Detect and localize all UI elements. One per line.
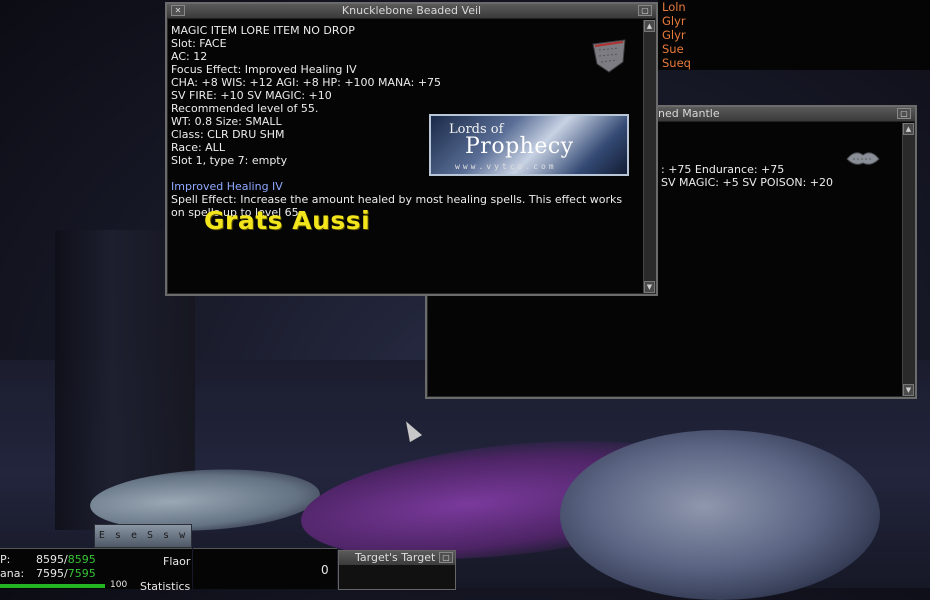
mana-current: 7595 bbox=[36, 567, 64, 580]
hp-current: 8595 bbox=[36, 553, 64, 566]
mantle-stats: : +75 Endurance: +75 SV MAGIC: +5 SV POI… bbox=[661, 163, 833, 189]
mana-max: 7595 bbox=[67, 567, 96, 580]
hp-label: P: bbox=[0, 553, 11, 566]
item-window[interactable]: ✕ Knucklebone Beaded Veil ▢ MAGIC ITEM L… bbox=[165, 2, 658, 296]
item-line: MAGIC ITEM LORE ITEM NO DROP bbox=[171, 24, 355, 37]
item-line: CHA: +8 WIS: +12 AGI: +8 HP: +100 MANA: … bbox=[171, 76, 442, 89]
veil-icon bbox=[589, 38, 629, 74]
close-button[interactable]: ✕ bbox=[171, 5, 185, 16]
floor-label: Flaor bbox=[163, 555, 191, 568]
minimize-button[interactable]: ▢ bbox=[897, 108, 911, 119]
chat-window[interactable]: Loln Glyr Glyr Sue Sueq bbox=[658, 0, 930, 70]
mantle-window-title: ined Mantle bbox=[655, 107, 720, 120]
chat-line: Glyr bbox=[662, 14, 686, 28]
hp-max: 8595 bbox=[67, 553, 96, 566]
target-window[interactable]: 0 bbox=[193, 548, 337, 589]
minimize-button[interactable]: ▢ bbox=[638, 5, 652, 16]
lords-of-prophecy-logo: Lords of Prophecy www.vytco.com bbox=[429, 114, 629, 176]
item-line: SV FIRE: +10 SV MAGIC: +10 bbox=[171, 89, 332, 102]
mantle-icon bbox=[845, 145, 881, 173]
mantle-stat-line: : +75 Endurance: +75 bbox=[661, 163, 785, 176]
chat-line: Sueq bbox=[662, 56, 691, 70]
item-window-titlebar[interactable]: ✕ Knucklebone Beaded Veil ▢ bbox=[167, 4, 656, 19]
targets-target-window[interactable]: Target's Target ▢ bbox=[338, 550, 456, 590]
item-line: Slot: FACE bbox=[171, 37, 227, 50]
mana-row: ana: 7595/7595 bbox=[0, 567, 96, 580]
item-scrollbar[interactable]: ▲ ▼ bbox=[643, 20, 655, 293]
targets-target-titlebar[interactable]: Target's Target ▢ bbox=[339, 551, 455, 565]
bar-value: 100 bbox=[110, 580, 128, 590]
mana-label: ana: bbox=[0, 567, 25, 580]
chat-line: Glyr bbox=[662, 28, 686, 42]
logo-url: www.vytco.com bbox=[455, 162, 557, 171]
chat-line: Sue bbox=[662, 42, 684, 56]
targets-target-title: Target's Target bbox=[355, 551, 436, 564]
effect-name[interactable]: Improved Healing IV bbox=[171, 180, 641, 193]
statistics-button[interactable]: Statistics bbox=[140, 580, 190, 593]
item-window-title: Knucklebone Beaded Veil bbox=[341, 4, 482, 17]
mantle-stat-line: SV MAGIC: +5 SV POISON: +20 bbox=[661, 176, 834, 189]
scroll-up-arrow[interactable]: ▲ bbox=[903, 123, 914, 135]
chat-line: Loln bbox=[662, 0, 686, 14]
item-line: AC: 12 bbox=[171, 50, 208, 63]
minimize-button[interactable]: ▢ bbox=[439, 552, 453, 563]
player-stats-window[interactable]: P: 8595/8595 ana: 7595/7595 Flaor 100 St… bbox=[0, 548, 192, 593]
scroll-down-arrow[interactable]: ▼ bbox=[644, 281, 655, 293]
creature-head bbox=[560, 430, 880, 600]
grats-overlay-text: Grats Aussi bbox=[204, 206, 371, 235]
hp-bar bbox=[0, 584, 105, 588]
scroll-up-arrow[interactable]: ▲ bbox=[644, 20, 655, 32]
logo-line2: Prophecy bbox=[465, 134, 574, 159]
target-count: 0 bbox=[321, 563, 329, 577]
hp-row: P: 8595/8595 bbox=[0, 553, 96, 566]
compass: E s e S s w W bbox=[94, 524, 192, 563]
mantle-scrollbar[interactable]: ▲ ▼ bbox=[902, 123, 914, 396]
item-line: Focus Effect: Improved Healing IV bbox=[171, 63, 357, 76]
scroll-down-arrow[interactable]: ▼ bbox=[903, 384, 914, 396]
